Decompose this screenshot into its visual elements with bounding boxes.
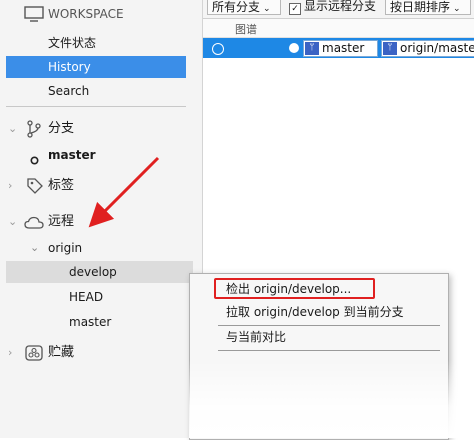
menu-separator [218,350,440,351]
sort-dropdown[interactable]: 按日期排序 ⌄ [385,0,471,15]
sidebar-item-label: History [48,60,91,74]
cloud-icon [24,215,44,237]
branch-tag-origin-master: ᛘ origin/master [381,40,474,57]
menu-item-compare[interactable]: 与当前对比 [226,326,286,348]
sidebar-section-label: 标签 [48,178,75,193]
remote-branch-label: HEAD [69,290,104,304]
branch-icon: ᛘ [383,42,397,55]
sidebar-item-label: Search [48,84,90,98]
sidebar-item-label: 文件状态 [48,36,97,50]
sidebar: WORKSPACE 文件状态 History Search ⌄ 分支 maste… [0,0,203,438]
sidebar-item-file-status[interactable]: 文件状态 [0,32,202,54]
commit-node-icon [289,43,299,53]
chevron-down-icon[interactable]: ⌄ [8,211,17,233]
current-branch-icon [30,150,39,172]
sidebar-section-remotes[interactable]: ⌄ 远程 [0,211,202,233]
chevron-right-icon[interactable]: › [8,175,12,197]
remote-origin[interactable]: ⌄ origin [0,237,202,259]
tag-label: origin/master [400,41,474,55]
graph-column-header: 图谱 [203,19,474,38]
stash-icon [25,345,43,368]
sidebar-section-label: 贮藏 [48,345,75,360]
checkbox-icon[interactable]: ✓ [289,3,301,15]
chevron-right-icon[interactable]: › [8,342,12,364]
branches-dropdown-label: 所有分支 [212,0,261,14]
branch-label: master [48,148,96,162]
tag-icon [26,177,44,202]
sidebar-item-search[interactable]: Search [0,80,202,102]
chevron-down-icon: ⌄ [453,4,461,14]
remote-branch-label: master [69,315,112,329]
branch-item-master[interactable]: master [0,144,202,166]
graph-column-label: 图谱 [235,23,257,36]
show-remote-label: 显示远程分支 [304,0,377,13]
monitor-icon [24,6,44,29]
menu-item-checkout[interactable]: 检出 origin/develop... [226,278,351,300]
sidebar-section-branches[interactable]: ⌄ 分支 [0,118,202,140]
tag-label: master [322,41,365,55]
sidebar-section-label: 分支 [48,121,75,136]
branches-dropdown[interactable]: 所有分支 ⌄ [207,0,281,15]
remote-branch-master[interactable]: master [0,311,202,333]
sidebar-section-stashes[interactable]: › 贮藏 [0,342,202,364]
remote-label: origin [48,241,83,255]
branch-tag-master: ᛘ master [303,40,378,57]
branch-icon [26,120,42,145]
menu-item-pull[interactable]: 拉取 origin/develop 到当前分支 [226,301,404,323]
remote-branch-develop[interactable]: develop [6,261,193,283]
history-toolbar: 所有分支 ⌄ ✓ 显示远程分支 按日期排序 ⌄ [203,0,474,19]
commit-select-radio[interactable] [212,43,224,55]
commit-row[interactable]: ᛘ master ᛘ origin/master [203,38,474,58]
branch-icon: ᛘ [305,42,319,55]
workspace-label: WORKSPACE [48,7,124,21]
show-remote-checkbox[interactable]: ✓ 显示远程分支 [289,0,377,15]
sidebar-section-label: 远程 [48,214,75,229]
remote-branch-label: develop [69,265,117,279]
sidebar-item-history[interactable]: History [6,56,186,78]
chevron-down-icon[interactable]: ⌄ [30,237,39,259]
remote-branch-head[interactable]: HEAD [0,286,202,308]
sidebar-divider [6,106,186,107]
sidebar-section-tags[interactable]: › 标签 [0,175,202,197]
bottom-fade [189,360,474,438]
chevron-down-icon: ⌄ [263,4,271,14]
chevron-down-icon[interactable]: ⌄ [8,118,17,140]
sidebar-workspace-header[interactable]: WORKSPACE [0,3,202,25]
sort-dropdown-label: 按日期排序 [390,0,451,14]
